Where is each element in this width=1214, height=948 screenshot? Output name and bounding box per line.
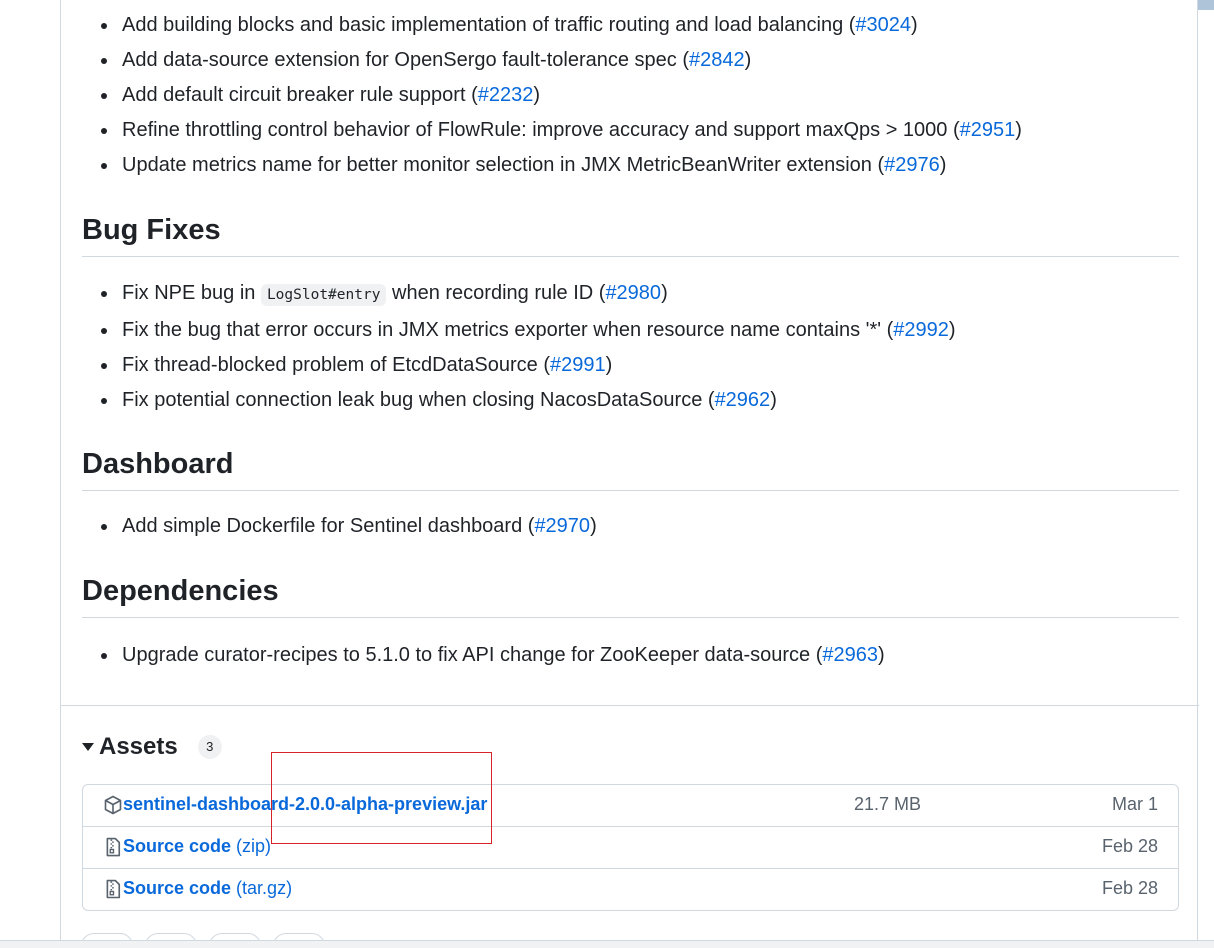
pr-link-2962[interactable]: #2962 [715,389,771,411]
bug-fixes-list: Fix NPE bug in LogSlot#entry when record… [82,276,1179,418]
source-code-zip-link[interactable]: Source code (zip) [123,836,271,857]
list-item: Update metrics name for better monitor s… [82,148,1179,183]
list-item: Fix thread-blocked problem of EtcdDataSo… [82,348,1179,383]
left-gutter [0,0,60,948]
pr-link-2976[interactable]: #2976 [884,154,940,176]
list-item: Fix the bug that error occurs in JMX met… [82,313,1179,348]
caret-down-icon [82,743,94,751]
pr-link-3024[interactable]: #3024 [855,14,911,36]
package-icon [104,795,122,815]
features-list: Add building blocks and basic implementa… [82,8,1179,183]
release-notes-body: Add building blocks and basic implementa… [82,0,1179,673]
list-item: Upgrade curator-recipes to 5.1.0 to fix … [82,638,1179,673]
bug-fixes-heading: Bug Fixes [82,212,1179,257]
dependencies-list: Upgrade curator-recipes to 5.1.0 to fix … [82,638,1179,673]
list-item: Add simple Dockerfile for Sentinel dashb… [82,509,1179,544]
asset-download-link[interactable]: sentinel-dashboard-2.0.0-alpha-preview.j… [123,794,487,815]
asset-row: sentinel-dashboard-2.0.0-alpha-preview.j… [83,785,1178,826]
release-page: Add building blocks and basic implementa… [0,0,1214,948]
pr-link-2991[interactable]: #2991 [550,354,606,376]
file-zip-icon [106,837,121,857]
list-item: Add default circuit breaker rule support… [82,78,1179,113]
source-code-targz-link[interactable]: Source code (tar.gz) [123,878,292,899]
pr-link-2232[interactable]: #2232 [478,84,534,106]
bottom-scroll-edge [0,940,1214,948]
pr-link-2992[interactable]: #2992 [893,319,949,341]
list-item: Add building blocks and basic implementa… [82,8,1179,43]
dependencies-heading: Dependencies [82,573,1179,618]
dashboard-list: Add simple Dockerfile for Sentinel dashb… [82,509,1179,544]
assets-title: Assets [99,733,178,760]
list-item: Add data-source extension for OpenSergo … [82,43,1179,78]
asset-row: Source code (zip) Feb 28 [83,826,1178,868]
file-zip-icon [106,879,121,899]
asset-date: Feb 28 [1101,878,1158,898]
pr-link-2951[interactable]: #2951 [960,119,1016,141]
assets-list: sentinel-dashboard-2.0.0-alpha-preview.j… [82,784,1179,911]
pr-link-2980[interactable]: #2980 [605,282,661,304]
pr-link-2970[interactable]: #2970 [534,515,590,537]
pr-link-2963[interactable]: #2963 [822,644,878,666]
assets-toggle[interactable]: Assets 3 [82,729,222,765]
asset-size: 21.7 MB [854,794,922,814]
asset-row: Source code (tar.gz) Feb 28 [83,868,1178,910]
assets-divider [61,705,1199,706]
release-card: Add building blocks and basic implementa… [60,0,1199,948]
assets-count-badge: 3 [197,735,222,759]
dashboard-heading: Dashboard [82,446,1179,491]
list-item: Fix potential connection leak bug when c… [82,383,1179,418]
pr-link-2842[interactable]: #2842 [689,49,745,71]
inline-code: LogSlot#entry [260,284,387,306]
asset-date: Mar 1 [1111,794,1158,814]
list-item: Refine throttling control behavior of Fl… [82,113,1179,148]
asset-date: Feb 28 [1101,836,1158,856]
list-item: Fix NPE bug in LogSlot#entry when record… [82,276,1179,313]
